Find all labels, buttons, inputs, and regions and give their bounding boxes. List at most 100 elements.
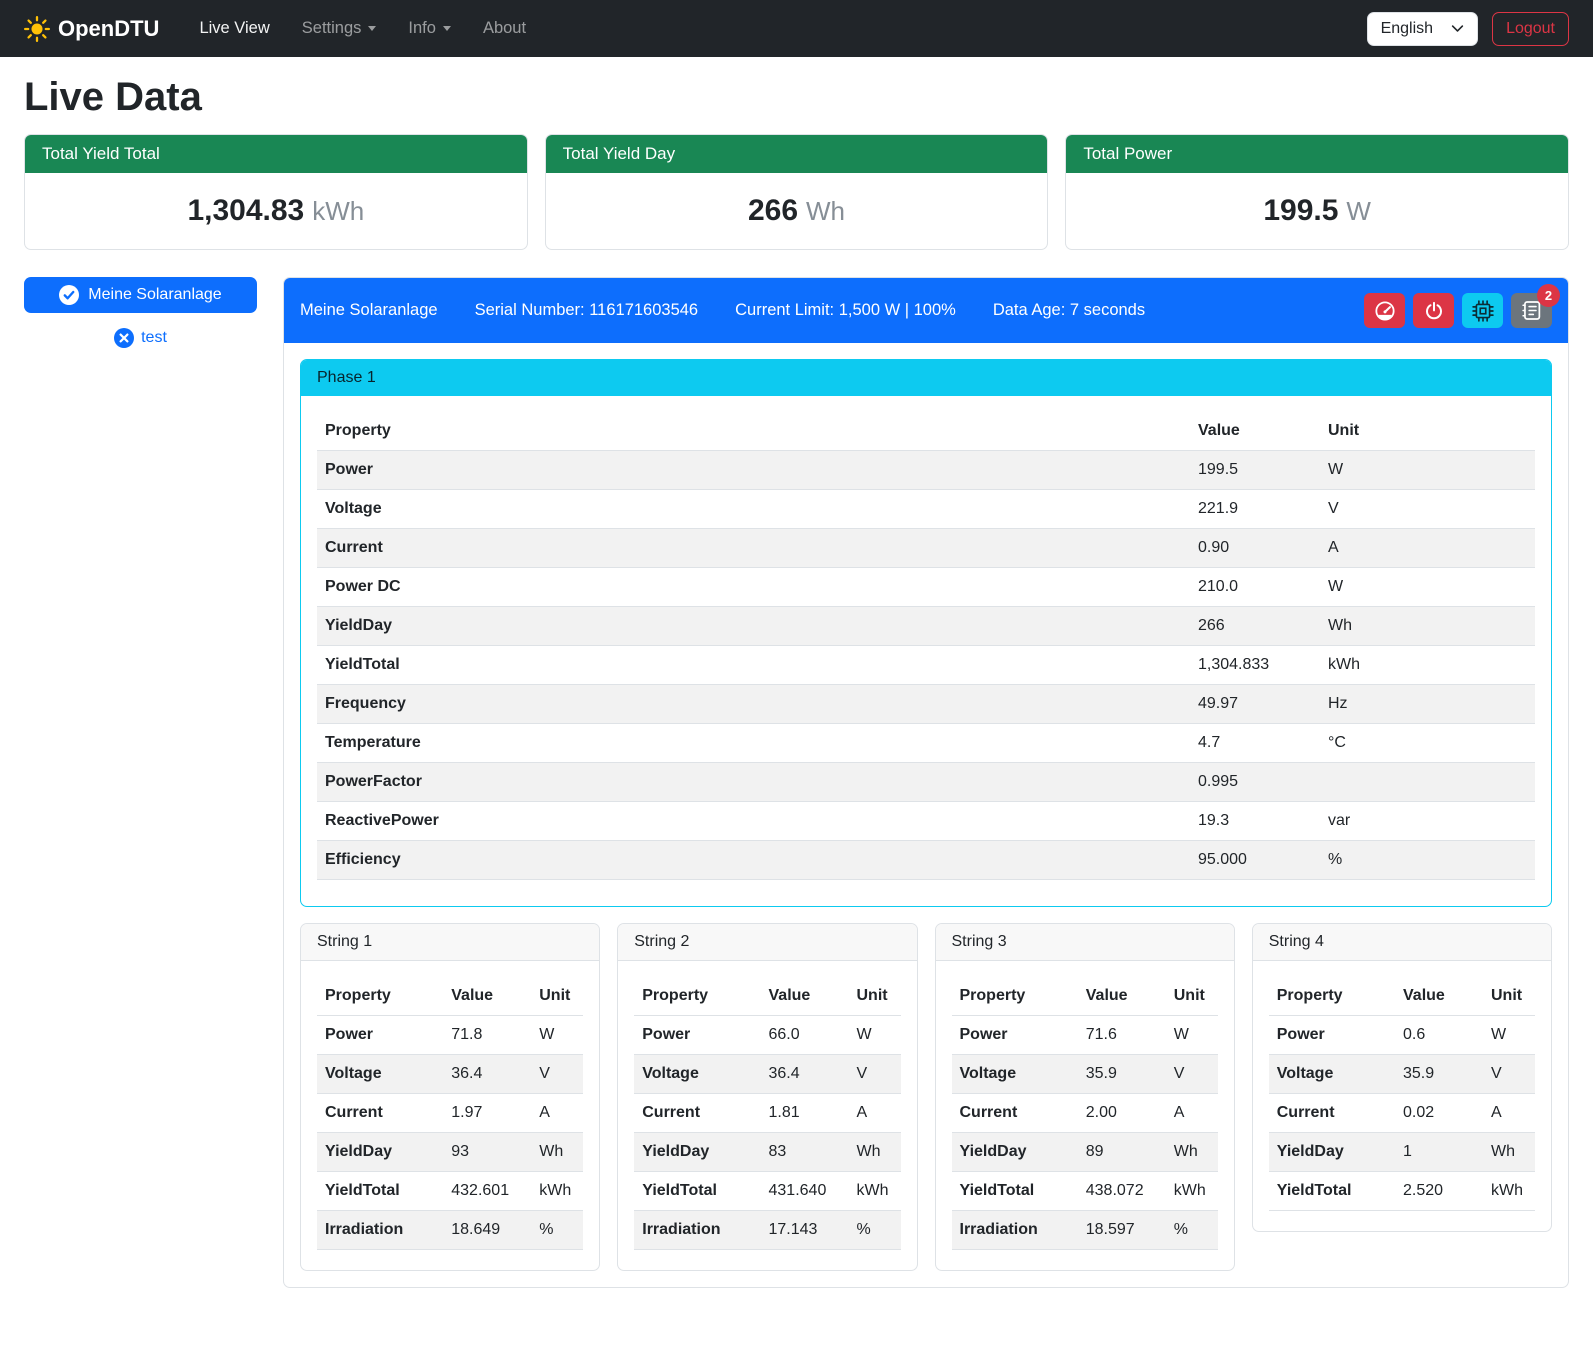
string-title: String 4: [1253, 924, 1551, 961]
language-select[interactable]: English: [1367, 12, 1478, 46]
summary-card-total-power: Total Power 199.5 W: [1065, 134, 1569, 250]
card-value: 266: [748, 194, 798, 227]
column-value: Value: [443, 977, 531, 1016]
table-header-row: Property Value Unit: [1269, 977, 1535, 1016]
inverter-select-button[interactable]: Meine Solaranlage: [24, 277, 257, 313]
card-unit: W: [1346, 196, 1371, 226]
string-table: Property Value Unit Power66.0WVoltage36.…: [634, 977, 900, 1250]
table-row: YieldTotal2.520kWh: [1269, 1172, 1535, 1211]
table-row: YieldTotal431.640kWh: [634, 1172, 900, 1211]
string-card-4: String 4 Property Value Unit: [1252, 923, 1552, 1232]
column-property: Property: [317, 977, 443, 1016]
inverter-test-link[interactable]: test: [24, 328, 257, 348]
current-limit: Current Limit: 1,500 W | 100%: [735, 301, 956, 320]
inverter-test-label: test: [141, 329, 167, 347]
column-value: Value: [1190, 412, 1320, 451]
table-row: Current0.90A: [317, 529, 1535, 568]
card-unit: Wh: [806, 196, 845, 226]
column-unit: Unit: [849, 977, 901, 1016]
string-title: String 3: [936, 924, 1234, 961]
table-row: YieldDay89Wh: [952, 1133, 1218, 1172]
table-row: Power66.0W: [634, 1016, 900, 1055]
table-row: YieldTotal438.072kWh: [952, 1172, 1218, 1211]
table-row: YieldDay1Wh: [1269, 1133, 1535, 1172]
speedometer-icon: [1374, 300, 1396, 322]
limit-settings-button[interactable]: [1364, 293, 1405, 328]
table-row: Power71.6W: [952, 1016, 1218, 1055]
table-row: Power199.5W: [317, 451, 1535, 490]
table-row: Current2.00A: [952, 1094, 1218, 1133]
column-value: Value: [1078, 977, 1166, 1016]
card-value: 199.5: [1263, 194, 1338, 227]
table-row: Power71.8W: [317, 1016, 583, 1055]
table-header-row: Property Value Unit: [634, 977, 900, 1016]
string-card-3: String 3 Property Value Unit: [935, 923, 1235, 1271]
navbar: OpenDTU Live View Settings Info About En…: [0, 0, 1593, 57]
chevron-down-icon: [1451, 22, 1464, 35]
table-row: Voltage36.4V: [317, 1055, 583, 1094]
inverter-panel: Meine Solaranlage Serial Number: 1161716…: [283, 277, 1569, 1288]
power-settings-button[interactable]: [1413, 293, 1454, 328]
inverter-select-label: Meine Solaranlage: [88, 286, 221, 304]
table-row: Voltage35.9V: [952, 1055, 1218, 1094]
string-table: Property Value Unit Power71.6WVoltage35.…: [952, 977, 1218, 1250]
table-row: Irradiation18.597%: [952, 1211, 1218, 1250]
string-table: Property Value Unit Power71.8WVoltage36.…: [317, 977, 583, 1250]
inverter-sidebar: Meine Solaranlage test: [24, 277, 257, 348]
column-unit: Unit: [1483, 977, 1535, 1016]
brand-label: OpenDTU: [58, 16, 159, 42]
table-header-row: Property Value Unit: [952, 977, 1218, 1016]
card-title: Total Power: [1066, 135, 1568, 173]
table-row: Irradiation17.143%: [634, 1211, 900, 1250]
card-title: Total Yield Day: [546, 135, 1048, 173]
nav-item-info[interactable]: Info: [396, 11, 463, 46]
table-row: Current1.81A: [634, 1094, 900, 1133]
table-row: YieldTotal432.601kWh: [317, 1172, 583, 1211]
summary-card-yield-total: Total Yield Total 1,304.83kWh: [24, 134, 528, 250]
table-row: Efficiency95.000%: [317, 841, 1535, 880]
sun-icon: [24, 16, 50, 42]
serial-number: Serial Number: 116171603546: [475, 301, 699, 320]
string-title: String 2: [618, 924, 916, 961]
cpu-icon: [1472, 300, 1494, 322]
power-icon: [1424, 301, 1444, 321]
nav-item-settings[interactable]: Settings: [290, 11, 389, 46]
table-row: PowerFactor0.995: [317, 763, 1535, 802]
chevron-down-icon: [443, 26, 451, 31]
nav-item-about[interactable]: About: [471, 11, 538, 46]
x-circle-icon: [114, 328, 134, 348]
table-row: YieldTotal1,304.833kWh: [317, 646, 1535, 685]
table-row: YieldDay83Wh: [634, 1133, 900, 1172]
summary-card-yield-day: Total Yield Day 266 Wh: [545, 134, 1049, 250]
table-row: ReactivePower19.3var: [317, 802, 1535, 841]
brand[interactable]: OpenDTU: [24, 16, 159, 42]
column-property: Property: [634, 977, 760, 1016]
journal-icon: [1521, 300, 1542, 321]
table-header-row: Property Value Unit: [317, 977, 583, 1016]
logout-button[interactable]: Logout: [1492, 12, 1569, 46]
string-card-1: String 1 Property Value Unit: [300, 923, 600, 1271]
column-unit: Unit: [531, 977, 583, 1016]
language-value: English: [1381, 20, 1433, 38]
table-row: YieldDay93Wh: [317, 1133, 583, 1172]
nav-item-live-view[interactable]: Live View: [187, 11, 281, 46]
table-row: Voltage35.9V: [1269, 1055, 1535, 1094]
table-row: YieldDay266Wh: [317, 607, 1535, 646]
phase-table: Property Value Unit Power199.5WVoltage22…: [317, 412, 1535, 880]
inverter-header: Meine Solaranlage Serial Number: 1161716…: [284, 278, 1568, 343]
strings-row: String 1 Property Value Unit: [300, 923, 1552, 1271]
column-property: Property: [1269, 977, 1395, 1016]
event-count-badge: 2: [1537, 284, 1560, 307]
check-circle-icon: [59, 285, 79, 305]
data-age: Data Age: 7 seconds: [993, 301, 1145, 320]
card-unit: kWh: [312, 196, 364, 226]
column-property: Property: [952, 977, 1078, 1016]
column-property: Property: [317, 412, 1190, 451]
device-info-button[interactable]: [1462, 293, 1503, 328]
event-log-button[interactable]: 2: [1511, 293, 1552, 328]
string-table: Property Value Unit Power0.6WVoltage35.9…: [1269, 977, 1535, 1211]
table-row: Current1.97A: [317, 1094, 583, 1133]
card-value: 1,304.83: [187, 194, 304, 227]
inverter-name: Meine Solaranlage: [300, 301, 438, 320]
column-unit: Unit: [1320, 412, 1535, 451]
